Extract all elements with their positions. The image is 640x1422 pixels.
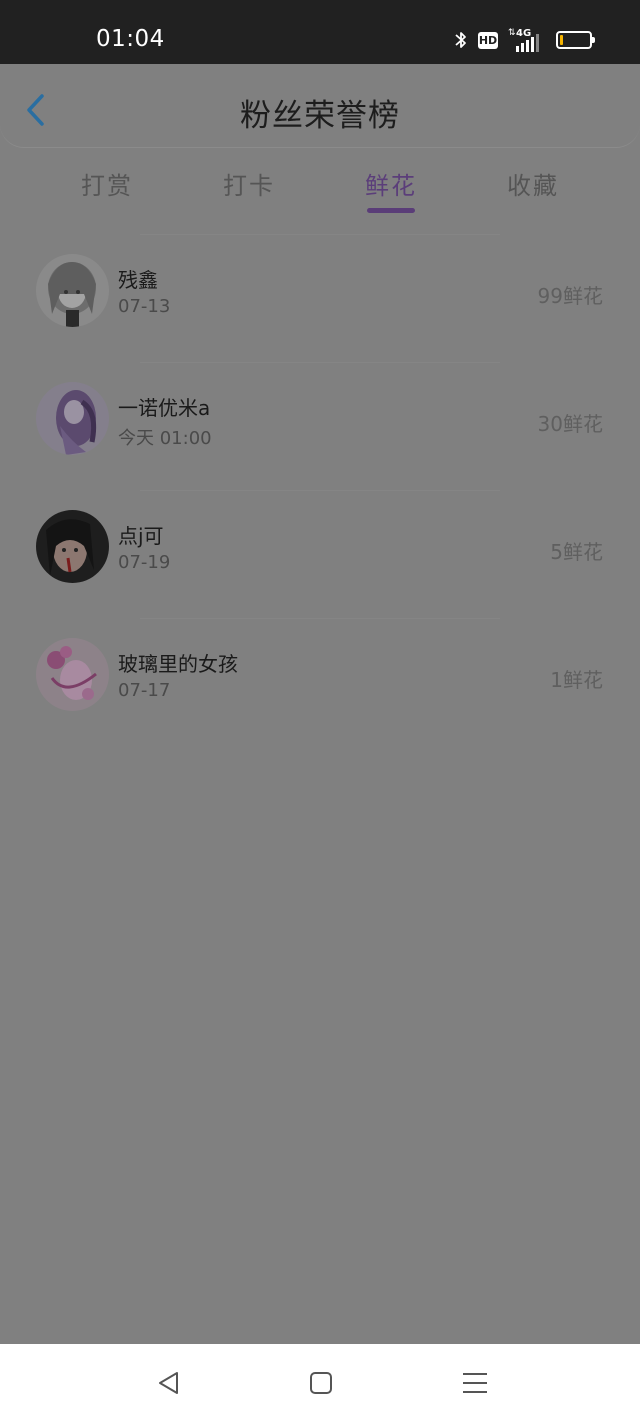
divider — [140, 362, 500, 363]
tab-checkin[interactable]: 打卡 — [178, 166, 320, 201]
tab-favorites[interactable]: 收藏 — [462, 166, 604, 201]
battery-fill — [560, 35, 563, 45]
status-time: 01:04 — [96, 26, 165, 52]
page-title: 粉丝荣誉榜 — [240, 98, 400, 134]
list-item[interactable]: 一诺优米a 今天 01:00 30鲜花 — [0, 362, 640, 490]
status-icons: HD ⇅ 4G — [454, 28, 595, 52]
divider — [140, 618, 500, 619]
divider — [140, 234, 500, 235]
avatar[interactable] — [36, 638, 109, 711]
user-date: 07-19 — [118, 552, 171, 573]
back-triangle-icon[interactable] — [154, 1368, 184, 1398]
avatar-image — [36, 382, 109, 455]
home-square-icon[interactable] — [306, 1368, 336, 1398]
list-item[interactable]: 点j可 07-19 5鲜花 — [0, 490, 640, 618]
avatar[interactable] — [36, 510, 109, 583]
list-item[interactable]: 残鑫 07-13 99鲜花 — [0, 234, 640, 362]
battery-icon — [556, 31, 595, 49]
user-name: 点j可 — [118, 524, 164, 548]
avatar-image — [36, 638, 109, 711]
tab-bar: 打赏 打卡 鲜花 收藏 — [0, 160, 640, 220]
user-name: 玻璃里的女孩 — [118, 652, 238, 676]
avatar-image — [36, 510, 109, 583]
header: 粉丝荣誉榜 — [0, 64, 640, 148]
avatar[interactable] — [36, 382, 109, 455]
tab-flowers[interactable]: 鲜花 — [320, 166, 462, 201]
user-name: 一诺优米a — [118, 396, 211, 420]
system-nav-bar — [0, 1344, 640, 1422]
flower-count: 5鲜花 — [550, 540, 603, 564]
flower-count: 1鲜花 — [550, 668, 603, 692]
user-date: 07-17 — [118, 680, 171, 701]
avatar[interactable] — [36, 254, 109, 327]
flower-count: 30鲜花 — [537, 412, 603, 436]
app-content: 粉丝荣誉榜 打赏 打卡 鲜花 收藏 残鑫 07-13 99鲜花 一诺优米a 今天… — [0, 64, 640, 1344]
active-tab-indicator — [367, 208, 415, 213]
list-item[interactable]: 玻璃里的女孩 07-17 1鲜花 — [0, 618, 640, 746]
signal-4g-icon: ⇅ 4G — [508, 28, 542, 52]
avatar-image — [36, 254, 109, 327]
menu-lines-icon[interactable] — [460, 1368, 490, 1398]
user-name: 残鑫 — [118, 268, 158, 292]
hd-icon: HD — [478, 31, 498, 49]
bluetooth-icon — [455, 32, 466, 48]
tab-tips[interactable]: 打赏 — [36, 166, 178, 201]
user-date: 07-13 — [118, 296, 171, 317]
divider — [140, 490, 500, 491]
flower-count: 99鲜花 — [537, 284, 603, 308]
user-date: 今天 01:00 — [118, 428, 212, 449]
fan-list: 残鑫 07-13 99鲜花 一诺优米a 今天 01:00 30鲜花 点j可 07… — [0, 234, 640, 746]
status-bar: 01:04 HD ⇅ 4G — [0, 0, 640, 64]
